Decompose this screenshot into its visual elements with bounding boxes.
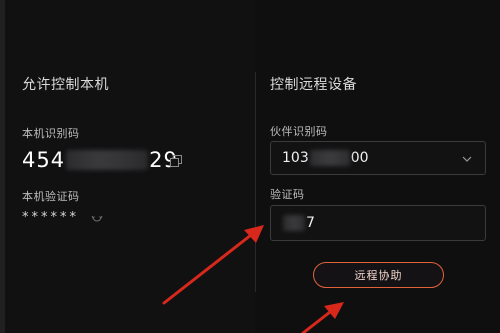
verification-code-input[interactable]: 7 bbox=[270, 205, 486, 241]
password-label: 本机验证码 bbox=[22, 190, 80, 203]
verification-code-suffix: 7 bbox=[306, 215, 315, 231]
chevron-down-icon[interactable] bbox=[461, 153, 473, 165]
device-id-label: 本机识别码 bbox=[22, 127, 80, 140]
panel-divider bbox=[255, 72, 256, 292]
refresh-icon[interactable] bbox=[91, 212, 103, 224]
device-id-value: 454 29 bbox=[22, 145, 178, 175]
partner-id-select[interactable]: 103 00 bbox=[270, 141, 486, 175]
partner-id-suffix: 00 bbox=[350, 150, 369, 166]
device-id-prefix: 454 bbox=[22, 148, 66, 172]
device-id-redacted bbox=[66, 150, 149, 170]
remote-control-panel: 允许控制本机 本机识别码 454 29 本机验证码 ****** 控制远程设备 … bbox=[0, 0, 500, 333]
window-edge bbox=[0, 0, 5, 333]
copy-icon[interactable] bbox=[170, 155, 182, 167]
partner-id-prefix: 103 bbox=[282, 150, 309, 166]
control-remote-title: 控制远程设备 bbox=[270, 77, 357, 93]
verification-code-redacted bbox=[283, 215, 305, 231]
partner-id-redacted bbox=[309, 150, 350, 166]
remote-assist-button[interactable]: 远程协助 bbox=[313, 262, 444, 288]
verification-code-label: 验证码 bbox=[270, 188, 305, 201]
password-value: ****** bbox=[22, 210, 79, 225]
partner-id-label: 伙伴识别码 bbox=[270, 125, 328, 138]
allow-control-title: 允许控制本机 bbox=[22, 77, 109, 93]
